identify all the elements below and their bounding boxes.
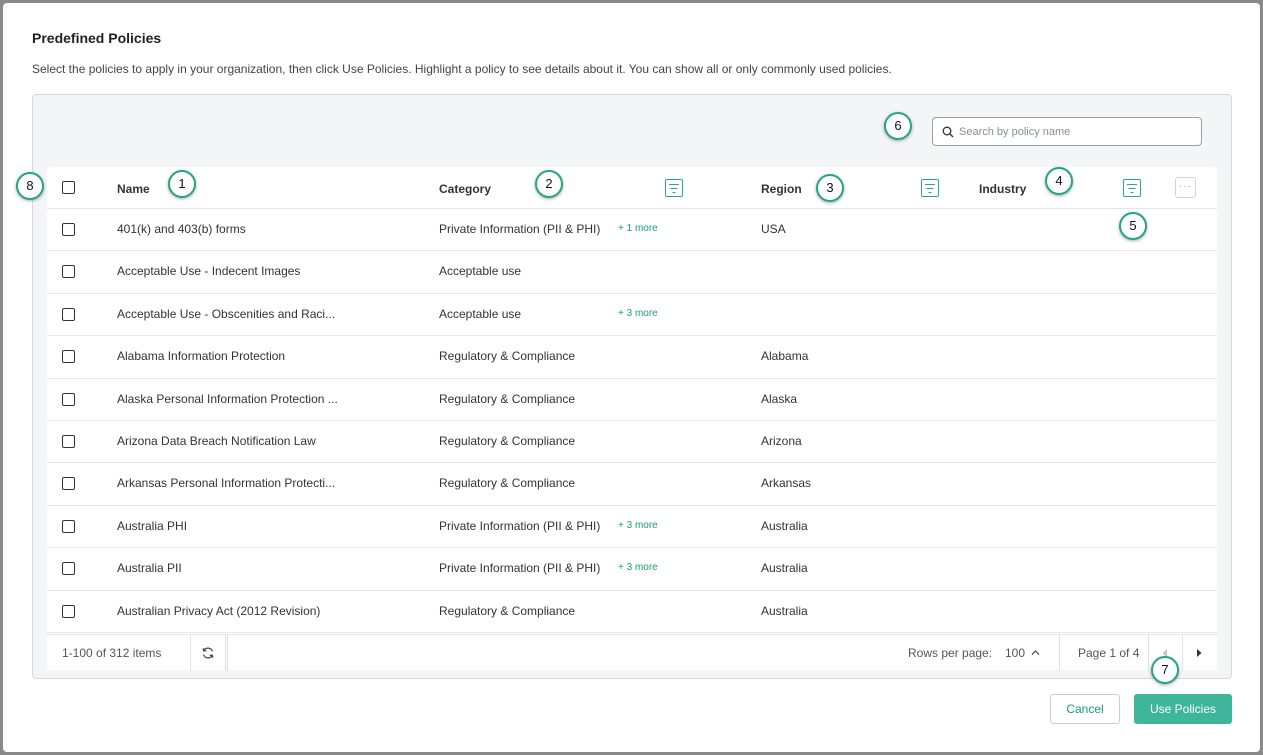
policy-region: USA [761,222,786,236]
policies-table: Name Category Region Industry ··· 401(k)… [47,167,1217,667]
search-icon [942,126,954,138]
row-checkbox[interactable] [62,307,75,321]
table-footer: 1-100 of 312 items Rows per page: 100 Pa… [47,634,1217,671]
divider [190,635,191,671]
table-row[interactable]: 401(k) and 403(b) forms Private Informat… [47,209,1217,252]
region-filter-icon[interactable] [921,179,939,197]
table-row[interactable]: Acceptable Use - Obscenities and Raci...… [47,294,1217,337]
row-checkbox[interactable] [62,434,75,448]
policy-category: Regulatory & Compliance [439,391,576,406]
chevron-up-icon[interactable] [1031,649,1040,656]
table-row[interactable]: Arkansas Personal Information Protecti..… [47,463,1217,506]
table-row[interactable]: Alabama Information Protection Regulator… [47,336,1217,379]
policy-region: Arkansas [761,476,812,491]
category-more-link[interactable]: + 3 more [618,308,658,319]
divider [227,635,228,671]
policy-region: Australia [761,603,808,618]
rows-per-page-select[interactable]: 100 [1005,646,1025,660]
row-checkbox[interactable] [62,604,75,618]
table-row[interactable]: Australia PII Private Information (PII &… [47,548,1217,591]
policy-name: Australia PII [117,561,182,576]
policy-name: Arkansas Personal Information Protecti..… [117,476,336,491]
next-page-icon[interactable] [1195,648,1203,658]
table-row[interactable]: Alaska Personal Information Protection .… [47,379,1217,421]
use-policies-button[interactable]: Use Policies [1134,694,1232,724]
policy-region: Alaska [761,391,798,406]
policy-name: Australia PHI [117,518,188,533]
refresh-icon[interactable] [201,646,215,660]
policy-region: Australia [761,561,808,576]
column-header-region[interactable]: Region [761,182,802,196]
divider [1182,635,1183,671]
page-indicator: Page 1 of 4 [1078,646,1140,660]
policy-name: Acceptable Use - Indecent Images [117,264,301,279]
dialog-description: Select the policies to apply in your org… [32,62,892,76]
policy-category: Private Information (PII & PHI) [439,222,601,236]
row-checkbox[interactable] [62,477,75,491]
table-header: Name Category Region Industry ··· [47,167,1217,209]
policy-name: Alaska Personal Information Protection .… [117,391,338,406]
callout-2: 2 [535,170,563,198]
callout-4: 4 [1045,167,1073,195]
callout-7: 7 [1151,656,1179,684]
policy-name: 401(k) and 403(b) forms [117,222,246,236]
column-header-name[interactable]: Name [117,182,150,196]
divider [1059,635,1060,671]
items-count: 1-100 of 312 items [62,646,162,660]
policy-category: Regulatory & Compliance [439,433,576,448]
policy-name: Arizona Data Breach Notification Law [117,433,316,448]
policy-region: Alabama [761,349,809,364]
policy-region: Arizona [761,433,802,448]
callout-6: 6 [884,112,912,140]
column-header-industry[interactable]: Industry [979,182,1026,196]
rows-per-page-label: Rows per page: [908,646,993,660]
table-row[interactable]: Australia PHI Private Information (PII &… [47,506,1217,549]
search-input[interactable] [959,123,1195,141]
policy-category: Private Information (PII & PHI) [439,518,601,533]
row-checkbox[interactable] [62,265,75,279]
row-checkbox[interactable] [62,392,75,406]
policy-category: Private Information (PII & PHI) [439,561,601,576]
table-row[interactable]: Arizona Data Breach Notification Law Reg… [47,421,1217,464]
table-row[interactable]: Acceptable Use - Indecent Images Accepta… [47,251,1217,294]
policy-category: Regulatory & Compliance [439,349,576,364]
industry-filter-icon[interactable] [1123,179,1141,197]
row-checkbox[interactable] [62,562,75,576]
row-checkbox[interactable] [62,350,75,364]
callout-8: 8 [16,172,44,200]
table-body: 401(k) and 403(b) forms Private Informat… [47,209,1217,633]
callout-5: 5 [1119,212,1147,240]
policy-name: Australian Privacy Act (2012 Revision) [117,603,321,618]
callout-1: 1 [168,170,196,198]
dialog-title: Predefined Policies [32,30,162,46]
search-box[interactable] [932,117,1202,146]
policy-category: Regulatory & Compliance [439,476,576,491]
category-more-link[interactable]: + 1 more [618,223,658,234]
divider [225,635,226,671]
row-checkbox[interactable] [62,519,75,533]
table-row[interactable]: Australian Privacy Act (2012 Revision) R… [47,591,1217,633]
divider [1148,635,1149,671]
callout-3: 3 [816,174,844,202]
predefined-policies-dialog: Predefined Policies Select the policies … [3,3,1260,752]
category-filter-icon[interactable] [665,179,683,197]
policy-name: Alabama Information Protection [117,349,286,364]
column-options-icon[interactable]: ··· [1175,177,1196,198]
select-all-checkbox[interactable] [62,181,75,194]
column-header-category[interactable]: Category [439,182,491,196]
row-checkbox[interactable] [62,223,75,236]
category-more-link[interactable]: + 3 more [618,562,658,573]
policy-name: Acceptable Use - Obscenities and Raci... [117,306,336,321]
cancel-button[interactable]: Cancel [1050,694,1120,724]
policy-category: Acceptable use [439,264,522,279]
policy-category: Acceptable use [439,306,522,321]
policy-category: Regulatory & Compliance [439,603,576,618]
category-more-link[interactable]: + 3 more [618,520,658,531]
policy-region: Australia [761,518,808,533]
